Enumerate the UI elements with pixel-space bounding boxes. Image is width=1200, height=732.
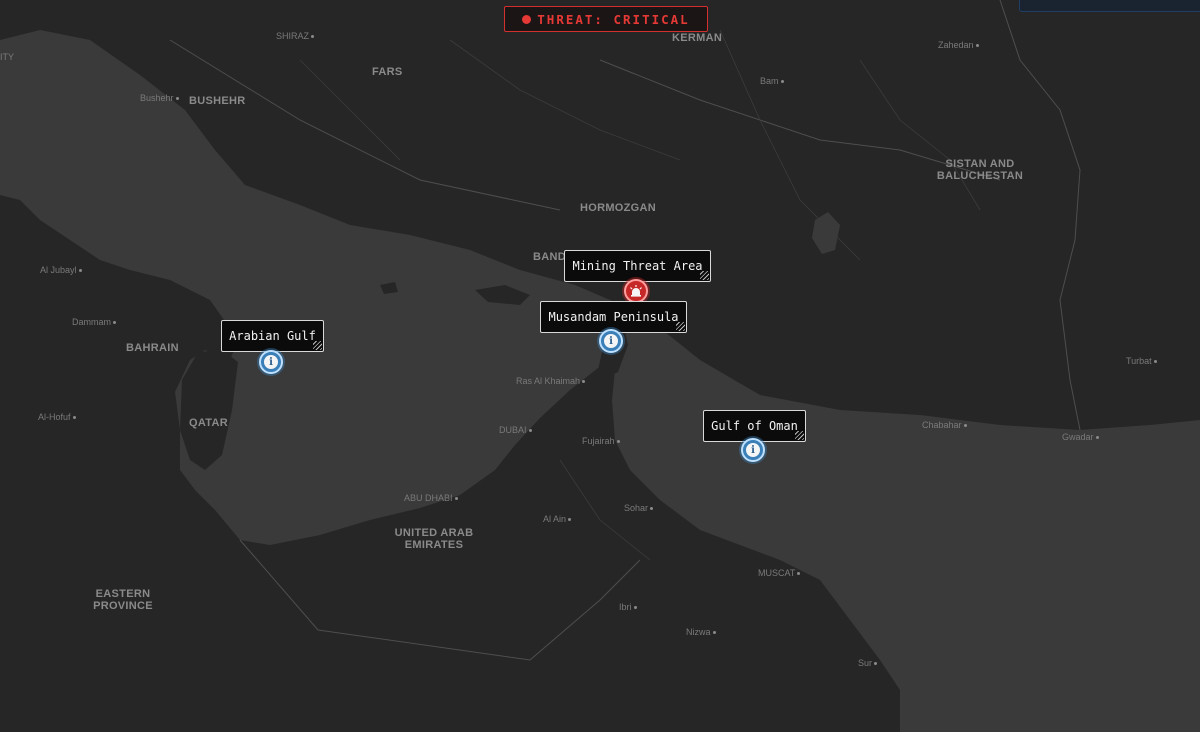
place-label-zahedan: Zahedan [938, 40, 981, 50]
map-view[interactable]: FARS KERMAN BUSHEHR HORMOZGAN SISTAN AND… [0, 0, 1200, 732]
resize-hatch-icon [313, 341, 322, 350]
alarm-icon [630, 285, 642, 297]
place-label-sur: Sur [858, 658, 879, 668]
marker-mining-threat[interactable] [624, 279, 648, 303]
resize-hatch-icon [795, 431, 804, 440]
place-label-ibri: Ibri [619, 602, 639, 612]
info-icon: i [604, 334, 618, 348]
threat-label: THREAT: CRITICAL [537, 11, 690, 27]
place-label-bushehr: Bushehr [140, 93, 181, 103]
place-label-fujairah: Fujairah [582, 436, 622, 446]
region-label-kerman: KERMAN [672, 32, 723, 44]
place-label-al-jubayl: Al Jubayl [40, 265, 84, 275]
callout-arabian-gulf-label: Arabian Gulf [229, 329, 316, 343]
info-icon: i [264, 355, 278, 369]
region-label-hormozgan: HORMOZGAN [580, 202, 657, 214]
place-label-ras-al-khaimah: Ras Al Khaimah [516, 376, 587, 386]
callout-musandam-label: Musandam Peninsula [548, 310, 679, 324]
callout-musandam-peninsula[interactable]: Musandam Peninsula [540, 301, 687, 333]
info-icon: i [746, 443, 760, 457]
place-label-ity: ITY [0, 52, 15, 62]
top-right-panel[interactable] [1019, 0, 1200, 12]
region-label-bahrain: BAHRAIN [126, 342, 179, 354]
place-label-gwadar: Gwadar [1062, 432, 1101, 442]
region-label-bushehr: BUSHEHR [189, 95, 246, 107]
place-label-sohar: Sohar [624, 503, 655, 513]
place-label-dubai: DUBAI [499, 425, 534, 435]
region-label-fars: FARS [372, 66, 403, 78]
place-label-al-ain: Al Ain [543, 514, 573, 524]
region-label-uae: UNITED ARAB EMIRATES [394, 527, 474, 551]
place-label-turbat: Turbat [1126, 356, 1159, 366]
place-label-dammam: Dammam [72, 317, 118, 327]
basemap[interactable] [0, 0, 1200, 732]
place-label-al-hofuf: Al-Hofuf [38, 412, 78, 422]
callout-gulf-of-oman-label: Gulf of Oman [711, 419, 798, 433]
callout-mining-threat-label: Mining Threat Area [572, 259, 703, 273]
place-label-muscat: MUSCAT [758, 568, 802, 578]
place-label-nizwa: Nizwa [686, 627, 718, 637]
callout-mining-threat-area[interactable]: Mining Threat Area [564, 250, 711, 282]
region-label-eastern-province: EASTERN PROVINCE [93, 588, 153, 612]
place-label-bam: Bam [760, 76, 786, 86]
marker-gulf-of-oman[interactable]: i [741, 438, 765, 462]
threat-indicator: THREAT: CRITICAL [504, 6, 708, 32]
resize-hatch-icon [676, 322, 685, 331]
callout-arabian-gulf[interactable]: Arabian Gulf [221, 320, 324, 352]
region-label-sistan: SISTAN AND BALUCHESTAN [936, 158, 1024, 182]
place-label-abu-dhabi: ABU DHABI [404, 493, 460, 503]
threat-status-dot [522, 14, 532, 24]
place-label-chabahar: Chabahar [922, 420, 969, 430]
marker-arabian-gulf[interactable]: i [259, 350, 283, 374]
resize-hatch-icon [700, 271, 709, 280]
marker-musandam-peninsula[interactable]: i [599, 329, 623, 353]
place-label-shiraz: SHIRAZ [276, 31, 316, 41]
region-label-qatar: QATAR [189, 417, 228, 429]
